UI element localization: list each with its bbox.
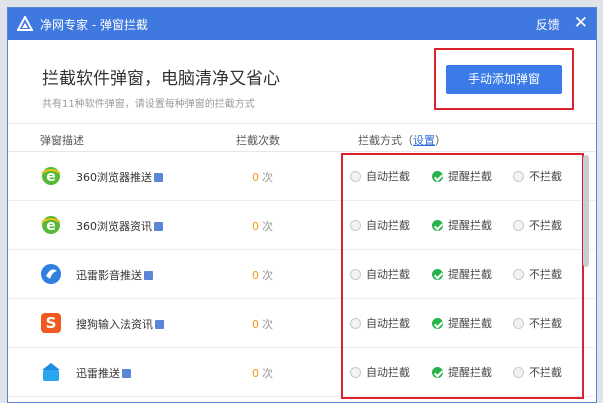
option-remind[interactable]: 提醒拦截 bbox=[432, 266, 492, 282]
xunlei-video-icon bbox=[40, 263, 62, 285]
option-auto[interactable]: 自动拦截 bbox=[350, 168, 410, 184]
close-icon[interactable]: ✕ bbox=[574, 14, 588, 32]
add-popup-button[interactable]: 手动添加弹窗 bbox=[446, 65, 562, 94]
app-name: 360浏览器推送 bbox=[76, 169, 163, 185]
tag-icon bbox=[144, 271, 153, 280]
popup-block-window: 净网专家 - 弹窗拦截 反馈 ✕ 拦截软件弹窗，电脑清净又省心 共有11种软件弹… bbox=[7, 7, 597, 403]
table-row: 迅雷影音推送 0次 自动拦截 提醒拦截 不拦截 bbox=[8, 250, 596, 299]
col-method: 拦截方式（设置） bbox=[358, 132, 446, 148]
tag-icon bbox=[154, 222, 163, 231]
column-header: 弹窗描述 拦截次数 拦截方式（设置） bbox=[8, 124, 596, 152]
option-none[interactable]: 不拦截 bbox=[513, 315, 562, 331]
add-popup-highlight: 手动添加弹窗 bbox=[434, 48, 574, 110]
feedback-link[interactable]: 反馈 bbox=[536, 16, 560, 33]
radio-checked-icon bbox=[432, 170, 443, 182]
radio-icon bbox=[513, 317, 524, 329]
option-auto[interactable]: 自动拦截 bbox=[350, 217, 410, 233]
popup-list: e 360浏览器推送 0次 自动拦截 提醒拦截 不拦截 e 360浏览器资讯 0… bbox=[8, 152, 596, 397]
window-title: 净网专家 - 弹窗拦截 bbox=[40, 17, 148, 32]
option-auto[interactable]: 自动拦截 bbox=[350, 315, 410, 331]
app-name: 迅雷影音推送 bbox=[76, 267, 153, 283]
option-remind[interactable]: 提醒拦截 bbox=[432, 315, 492, 331]
option-remind[interactable]: 提醒拦截 bbox=[432, 217, 492, 233]
radio-checked-icon bbox=[432, 317, 443, 329]
col-desc: 弹窗描述 bbox=[40, 134, 84, 147]
block-count: 0次 bbox=[252, 171, 273, 184]
col-count: 拦截次数 bbox=[236, 134, 280, 147]
app-name: 搜狗输入法资讯 bbox=[76, 316, 164, 332]
col-method-label: 拦截方式（ bbox=[358, 134, 413, 147]
option-none[interactable]: 不拦截 bbox=[513, 364, 562, 380]
col-method-close: ） bbox=[435, 134, 446, 147]
table-row: e 360浏览器推送 0次 自动拦截 提醒拦截 不拦截 bbox=[8, 152, 596, 201]
table-row: 迅雷推送 0次 自动拦截 提醒拦截 不拦截 bbox=[8, 348, 596, 397]
tag-icon bbox=[155, 320, 164, 329]
tag-icon bbox=[122, 369, 131, 378]
xunlei-icon bbox=[40, 361, 62, 383]
table-row: S 搜狗输入法资讯 0次 自动拦截 提醒拦截 不拦截 bbox=[8, 299, 596, 348]
block-count: 0次 bbox=[252, 318, 273, 331]
radio-icon bbox=[350, 317, 361, 329]
scrollbar-thumb[interactable] bbox=[583, 155, 589, 267]
radio-icon bbox=[350, 268, 361, 280]
radio-checked-icon bbox=[432, 366, 443, 378]
ie-green-icon: e bbox=[40, 165, 62, 187]
option-remind[interactable]: 提醒拦截 bbox=[432, 168, 492, 184]
block-count: 0次 bbox=[252, 269, 273, 282]
radio-checked-icon bbox=[432, 268, 443, 280]
tag-icon bbox=[154, 173, 163, 182]
radio-icon bbox=[350, 366, 361, 378]
radio-checked-icon bbox=[432, 219, 443, 231]
radio-icon bbox=[350, 219, 361, 231]
table-row: e 360浏览器资讯 0次 自动拦截 提醒拦截 不拦截 bbox=[8, 201, 596, 250]
triangle-logo-icon bbox=[16, 15, 34, 33]
sogou-icon: S bbox=[40, 312, 62, 334]
option-auto[interactable]: 自动拦截 bbox=[350, 364, 410, 380]
option-auto[interactable]: 自动拦截 bbox=[350, 266, 410, 282]
option-remind[interactable]: 提醒拦截 bbox=[432, 364, 492, 380]
block-count: 0次 bbox=[252, 367, 273, 380]
svg-text:S: S bbox=[46, 314, 57, 332]
radio-icon bbox=[513, 366, 524, 378]
option-none[interactable]: 不拦截 bbox=[513, 168, 562, 184]
option-none[interactable]: 不拦截 bbox=[513, 266, 562, 282]
radio-icon bbox=[513, 170, 524, 182]
option-none[interactable]: 不拦截 bbox=[513, 217, 562, 233]
radio-icon bbox=[350, 170, 361, 182]
app-name: 360浏览器资讯 bbox=[76, 218, 163, 234]
ie-green-icon: e bbox=[40, 214, 62, 236]
radio-icon bbox=[513, 219, 524, 231]
title-bar: 净网专家 - 弹窗拦截 反馈 ✕ bbox=[8, 8, 596, 40]
block-count: 0次 bbox=[252, 220, 273, 233]
settings-link[interactable]: 设置 bbox=[413, 134, 435, 147]
app-name: 迅雷推送 bbox=[76, 365, 131, 381]
radio-icon bbox=[513, 268, 524, 280]
header-panel: 拦截软件弹窗，电脑清净又省心 共有11种软件弹窗，请设置每种弹窗的拦截方式 手动… bbox=[8, 40, 596, 124]
